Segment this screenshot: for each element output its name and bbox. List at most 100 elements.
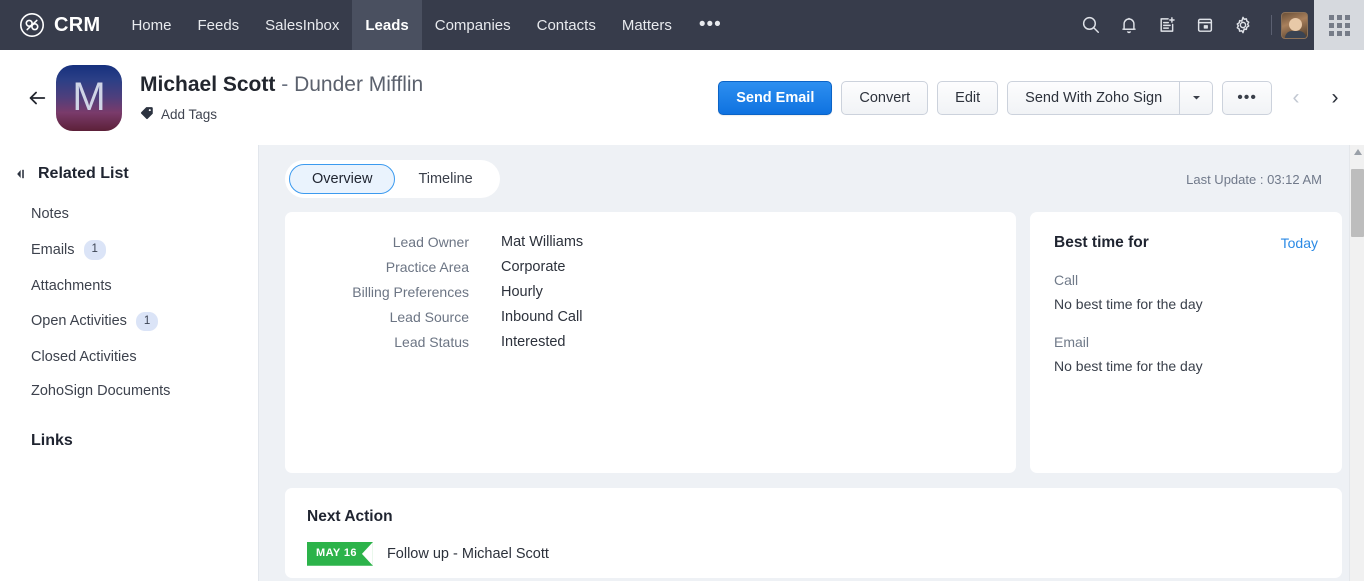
field-row: Lead Owner Mat Williams — [285, 234, 1016, 250]
field-value[interactable]: Corporate — [469, 259, 565, 275]
main-content: Overview Timeline Last Update : 03:12 AM… — [259, 145, 1364, 581]
field-row: Lead Source Inbound Call — [285, 309, 1016, 325]
record-avatar-initial: M — [72, 75, 106, 119]
today-link[interactable]: Today — [1281, 235, 1318, 251]
field-value[interactable]: Mat Williams — [469, 234, 583, 250]
sidebar-item-zohosign-documents[interactable]: ZohoSign Documents — [0, 374, 258, 408]
sidebar-item-closed-activities[interactable]: Closed Activities — [0, 340, 258, 374]
field-label: Billing Preferences — [352, 284, 469, 300]
next-action-text[interactable]: Follow up - Michael Scott — [387, 546, 549, 562]
gear-icon[interactable] — [1224, 0, 1262, 50]
chevron-down-icon[interactable] — [1179, 80, 1214, 115]
chevron-left-icon[interactable]: ‹ — [1281, 81, 1311, 115]
lead-details-card: Lead Owner Mat Williams Practice Area Co… — [285, 212, 1016, 473]
sidebar-item-label: Attachments — [31, 277, 112, 294]
sidebar: Related List Notes Emails 1 Attachments … — [0, 145, 259, 581]
nav-item-feeds[interactable]: Feeds — [184, 0, 252, 50]
last-update-text: Last Update : 03:12 AM — [1186, 171, 1322, 187]
apps-grid-icon[interactable] — [1314, 0, 1364, 50]
app-root: CRM Home Feeds SalesInbox Leads Companie… — [0, 0, 1364, 581]
date-badge: MAY 16 — [307, 542, 373, 566]
field-row: Billing Preferences Hourly — [285, 284, 1016, 300]
sidebar-item-label: ZohoSign Documents — [31, 383, 171, 400]
field-label: Practice Area — [385, 259, 469, 275]
chevron-right-icon[interactable]: › — [1320, 81, 1350, 115]
send-email-button[interactable]: Send Email — [718, 80, 833, 115]
nav-item-matters[interactable]: Matters — [609, 0, 685, 50]
status-badge: 1 — [135, 311, 159, 332]
sidebar-links-title: Links — [31, 432, 73, 450]
tab-group: Overview Timeline — [285, 160, 500, 198]
sidebar-item-notes[interactable]: Notes — [0, 197, 258, 231]
nav-item-home[interactable]: Home — [118, 0, 184, 50]
add-tags-button[interactable]: Add Tags — [140, 106, 423, 123]
sidebar-item-attachments[interactable]: Attachments — [0, 269, 258, 303]
calendar-icon[interactable] — [1186, 0, 1224, 50]
field-value[interactable]: Interested — [469, 334, 566, 350]
field-row: Lead Status Interested — [285, 334, 1016, 350]
nav-item-companies[interactable]: Companies — [422, 0, 524, 50]
sidebar-title: Related List — [38, 165, 129, 182]
infinity-logo-icon — [19, 12, 45, 38]
best-time-call-label: Call — [1054, 272, 1079, 288]
bell-icon[interactable] — [1110, 0, 1148, 50]
record-header: M Michael Scott - Dunder Mifflin Add Tag… — [0, 50, 1364, 145]
field-value[interactable]: Inbound Call — [469, 309, 582, 325]
record-title-block: Michael Scott - Dunder Mifflin Add Tags — [140, 72, 423, 122]
record-company: Dunder Mifflin — [294, 73, 424, 97]
nav-right-tools — [1072, 0, 1364, 50]
send-with-zoho-sign-button[interactable]: Send With Zoho Sign — [1007, 80, 1180, 115]
back-arrow-icon[interactable] — [20, 81, 54, 115]
tab-overview[interactable]: Overview — [289, 164, 396, 194]
nav-item-salesinbox[interactable]: SalesInbox — [252, 0, 352, 50]
field-label: Lead Status — [394, 334, 469, 350]
tab-timeline[interactable]: Timeline — [395, 164, 495, 194]
record-actions: Send Email Convert Edit Send With Zoho S… — [718, 80, 1350, 115]
collapse-panel-icon[interactable] — [14, 167, 28, 181]
scroll-up-arrow-icon[interactable] — [1354, 149, 1362, 155]
scrollbar-thumb[interactable] — [1351, 169, 1364, 237]
sidebar-item-label: Emails — [31, 241, 75, 258]
nav-item-leads[interactable]: Leads — [352, 0, 422, 50]
sidebar-item-label: Notes — [31, 206, 69, 222]
top-navigation-bar: CRM Home Feeds SalesInbox Leads Companie… — [0, 0, 1364, 50]
tag-icon — [140, 106, 154, 123]
page-title: Michael Scott - Dunder Mifflin — [140, 72, 423, 98]
field-label: Lead Owner — [392, 234, 469, 250]
best-time-email-value: No best time for the day — [1054, 358, 1203, 374]
convert-button[interactable]: Convert — [841, 80, 929, 115]
nav-overflow-button[interactable]: ••• — [685, 0, 736, 50]
sidebar-item-emails[interactable]: Emails 1 — [0, 231, 258, 269]
record-title-separator: - — [281, 73, 289, 97]
best-time-email-label: Email — [1054, 334, 1090, 350]
avatar[interactable] — [1281, 11, 1308, 39]
record-avatar: M — [56, 64, 122, 131]
nav-item-contacts[interactable]: Contacts — [524, 0, 609, 50]
scrollbar[interactable] — [1349, 145, 1364, 581]
add-note-icon[interactable] — [1148, 0, 1186, 50]
brand-name: CRM — [54, 13, 101, 36]
next-action-title: Next Action — [307, 508, 393, 525]
next-action-row: MAY 16 Follow up - Michael Scott — [307, 542, 1318, 566]
sidebar-list: Notes Emails 1 Attachments Open Activiti… — [0, 197, 258, 408]
nav-divider — [1271, 15, 1272, 35]
field-row: Practice Area Corporate — [285, 259, 1016, 275]
zoho-sign-split-button: Send With Zoho Sign — [1007, 80, 1214, 115]
tabs-row: Overview Timeline Last Update : 03:12 AM — [259, 145, 1364, 198]
next-action-card: Next Action MAY 16 Follow up - Michael S… — [285, 488, 1342, 578]
edit-button[interactable]: Edit — [937, 80, 999, 115]
more-actions-button[interactable]: ••• — [1222, 80, 1272, 115]
field-label: Lead Source — [389, 309, 469, 325]
body: Related List Notes Emails 1 Attachments … — [0, 145, 1364, 581]
sidebar-item-open-activities[interactable]: Open Activities 1 — [0, 303, 258, 341]
sidebar-item-label: Closed Activities — [31, 349, 137, 366]
best-time-call-value: No best time for the day — [1054, 296, 1203, 312]
record-name: Michael Scott — [140, 73, 276, 97]
search-icon[interactable] — [1072, 0, 1110, 50]
sidebar-header: Related List — [0, 165, 258, 183]
field-value[interactable]: Hourly — [469, 284, 543, 300]
status-badge: 1 — [83, 240, 106, 260]
add-tags-label: Add Tags — [161, 106, 218, 122]
best-time-header: Best time for Today — [1054, 234, 1318, 252]
brand[interactable]: CRM — [0, 0, 118, 50]
